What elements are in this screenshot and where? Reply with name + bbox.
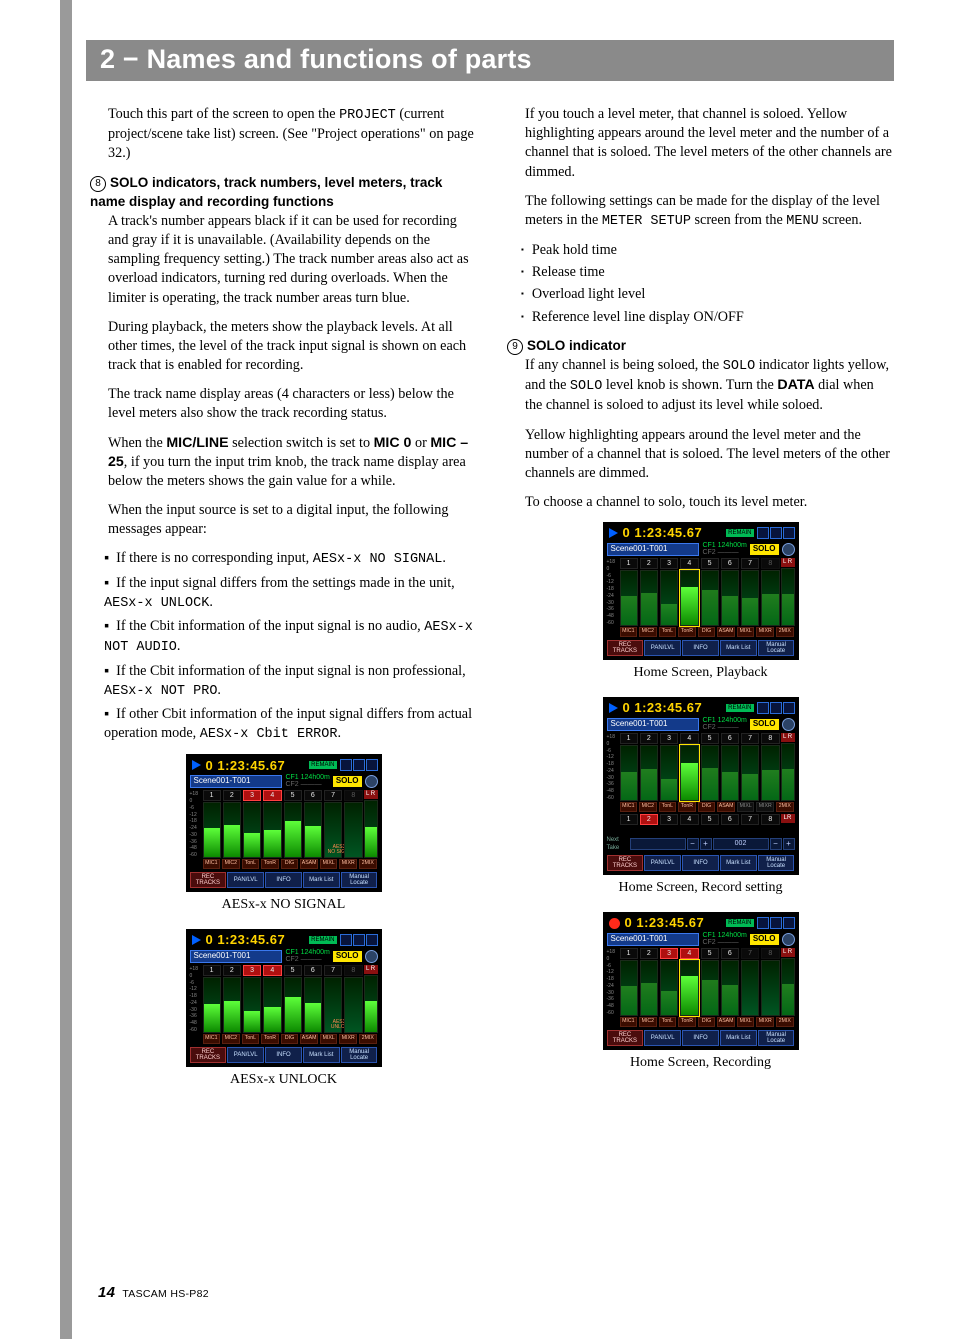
data-dial-label: DATA xyxy=(777,377,814,393)
caption-unlock: AESx-x UNLOCK xyxy=(90,1071,477,1090)
screenshot-unlock: 0 1:23:45.67REMAINScene001-T001CF1 124h0… xyxy=(186,929,382,1067)
li-notpro: ▪ If the Cbit information of the input s… xyxy=(104,662,477,701)
code: AESx-x UNLOCK xyxy=(104,596,209,611)
code: SOLO xyxy=(570,379,602,394)
code: AESx-x Cbit ERROR xyxy=(200,727,338,742)
item8-p4: When the MIC/LINE selection switch is se… xyxy=(108,434,477,492)
item9-p1: If any channel is being soloed, the SOLO… xyxy=(525,356,894,416)
meter-setup-p: The following settings can be made for t… xyxy=(525,192,894,231)
text: . xyxy=(177,638,181,654)
mic0-label: MIC 0 xyxy=(374,435,412,451)
caption-recording: Home Screen, Recording xyxy=(507,1054,894,1073)
li-refline: Reference level line display ON/OFF xyxy=(521,308,894,327)
code: AESx-x NOT PRO xyxy=(104,684,217,699)
page-number: 14 xyxy=(98,1284,115,1301)
screenshot-playback: 0 1:23:45.67REMAINScene001-T001CF1 124h0… xyxy=(603,522,799,660)
meter-setup-list: Peak hold time Release time Overload lig… xyxy=(507,241,894,327)
project-code: PROJECT xyxy=(339,108,396,123)
circled-8: 8 xyxy=(90,176,106,192)
item8-p1: A track's number appears black if it can… xyxy=(108,212,477,308)
circled-9: 9 xyxy=(507,339,523,355)
item8-p2: During playback, the meters show the pla… xyxy=(108,318,477,376)
item9-p3: To choose a channel to solo, touch its l… xyxy=(525,493,894,512)
li-nosignal: ▪ If there is no corresponding input, AE… xyxy=(104,549,477,569)
text: If the Cbit information of the input sig… xyxy=(116,663,466,679)
text: . xyxy=(217,682,221,698)
text: . xyxy=(337,725,341,741)
digital-input-list: ▪ If there is no corresponding input, AE… xyxy=(90,549,477,744)
text: screen. xyxy=(819,212,862,228)
micline-label: MIC/LINE xyxy=(166,435,228,451)
text: . xyxy=(442,550,446,566)
screenshot-nosignal: 0 1:23:45.67REMAINScene001-T001CF1 124h0… xyxy=(186,754,382,892)
text: selection switch is set to xyxy=(229,435,374,451)
code: SOLO xyxy=(723,359,755,374)
text: Touch this part of the screen to open th… xyxy=(108,106,339,122)
text: If the input signal differs from the set… xyxy=(116,575,455,591)
text: , if you turn the input trim knob, the t… xyxy=(108,454,466,489)
text: If the Cbit information of the input sig… xyxy=(116,618,424,634)
code: MENU xyxy=(786,214,818,229)
text: If there is no corresponding input, xyxy=(116,550,313,566)
caption-playback: Home Screen, Playback xyxy=(507,664,894,683)
text: When the xyxy=(108,435,166,451)
text: . xyxy=(209,594,213,610)
project-paragraph: Touch this part of the screen to open th… xyxy=(108,105,477,164)
text: level knob is shown. Turn the xyxy=(602,377,777,393)
column-left: Touch this part of the screen to open th… xyxy=(90,105,477,1104)
code: AESx-x NO SIGNAL xyxy=(313,552,443,567)
code: METER SETUP xyxy=(602,214,691,229)
caption-nosignal: AESx-x NO SIGNAL xyxy=(90,896,477,915)
text: or xyxy=(411,435,430,451)
li-overload: Overload light level xyxy=(521,285,894,304)
li-unlock: ▪ If the input signal differs from the s… xyxy=(104,574,477,613)
product-name: TASCAM HS-P82 xyxy=(122,1288,209,1300)
column-right: If you touch a level meter, that channel… xyxy=(507,105,894,1104)
li-release: Release time xyxy=(521,263,894,282)
item-8-heading: SOLO indicators, track numbers, level me… xyxy=(90,175,442,209)
screenshot-recsetting: 0 1:23:45.67REMAINScene001-T001CF1 124h0… xyxy=(603,697,799,875)
screenshot-recording: 0 1:23:45.67REMAINScene001-T001CF1 124h0… xyxy=(603,912,799,1050)
li-notaudio: ▪ If the Cbit information of the input s… xyxy=(104,617,477,657)
li-peakhold: Peak hold time xyxy=(521,241,894,260)
left-rule xyxy=(60,0,72,1339)
solo-touch-p: If you touch a level meter, that channel… xyxy=(525,105,894,182)
item8-p5: When the input source is set to a digita… xyxy=(108,501,477,539)
text: If any channel is being soloed, the xyxy=(525,357,723,373)
chapter-header: 2 − Names and functions of parts xyxy=(86,40,894,81)
caption-recsetting: Home Screen, Record setting xyxy=(507,879,894,898)
item-9: 9 SOLO indicator If any channel is being … xyxy=(507,337,894,512)
item-8: 8SOLO indicators, track numbers, level m… xyxy=(90,174,477,745)
text: screen from the xyxy=(691,212,786,228)
item8-p3: The track name display areas (4 characte… xyxy=(108,385,477,423)
item9-p2: Yellow highlighting appears around the l… xyxy=(525,426,894,484)
li-cbiterror: ▪ If other Cbit information of the input… xyxy=(104,705,477,744)
chapter-title: 2 − Names and functions of parts xyxy=(100,44,880,75)
page-footer: 14 TASCAM HS-P82 xyxy=(98,1284,209,1301)
item-9-heading: SOLO indicator xyxy=(527,338,626,353)
